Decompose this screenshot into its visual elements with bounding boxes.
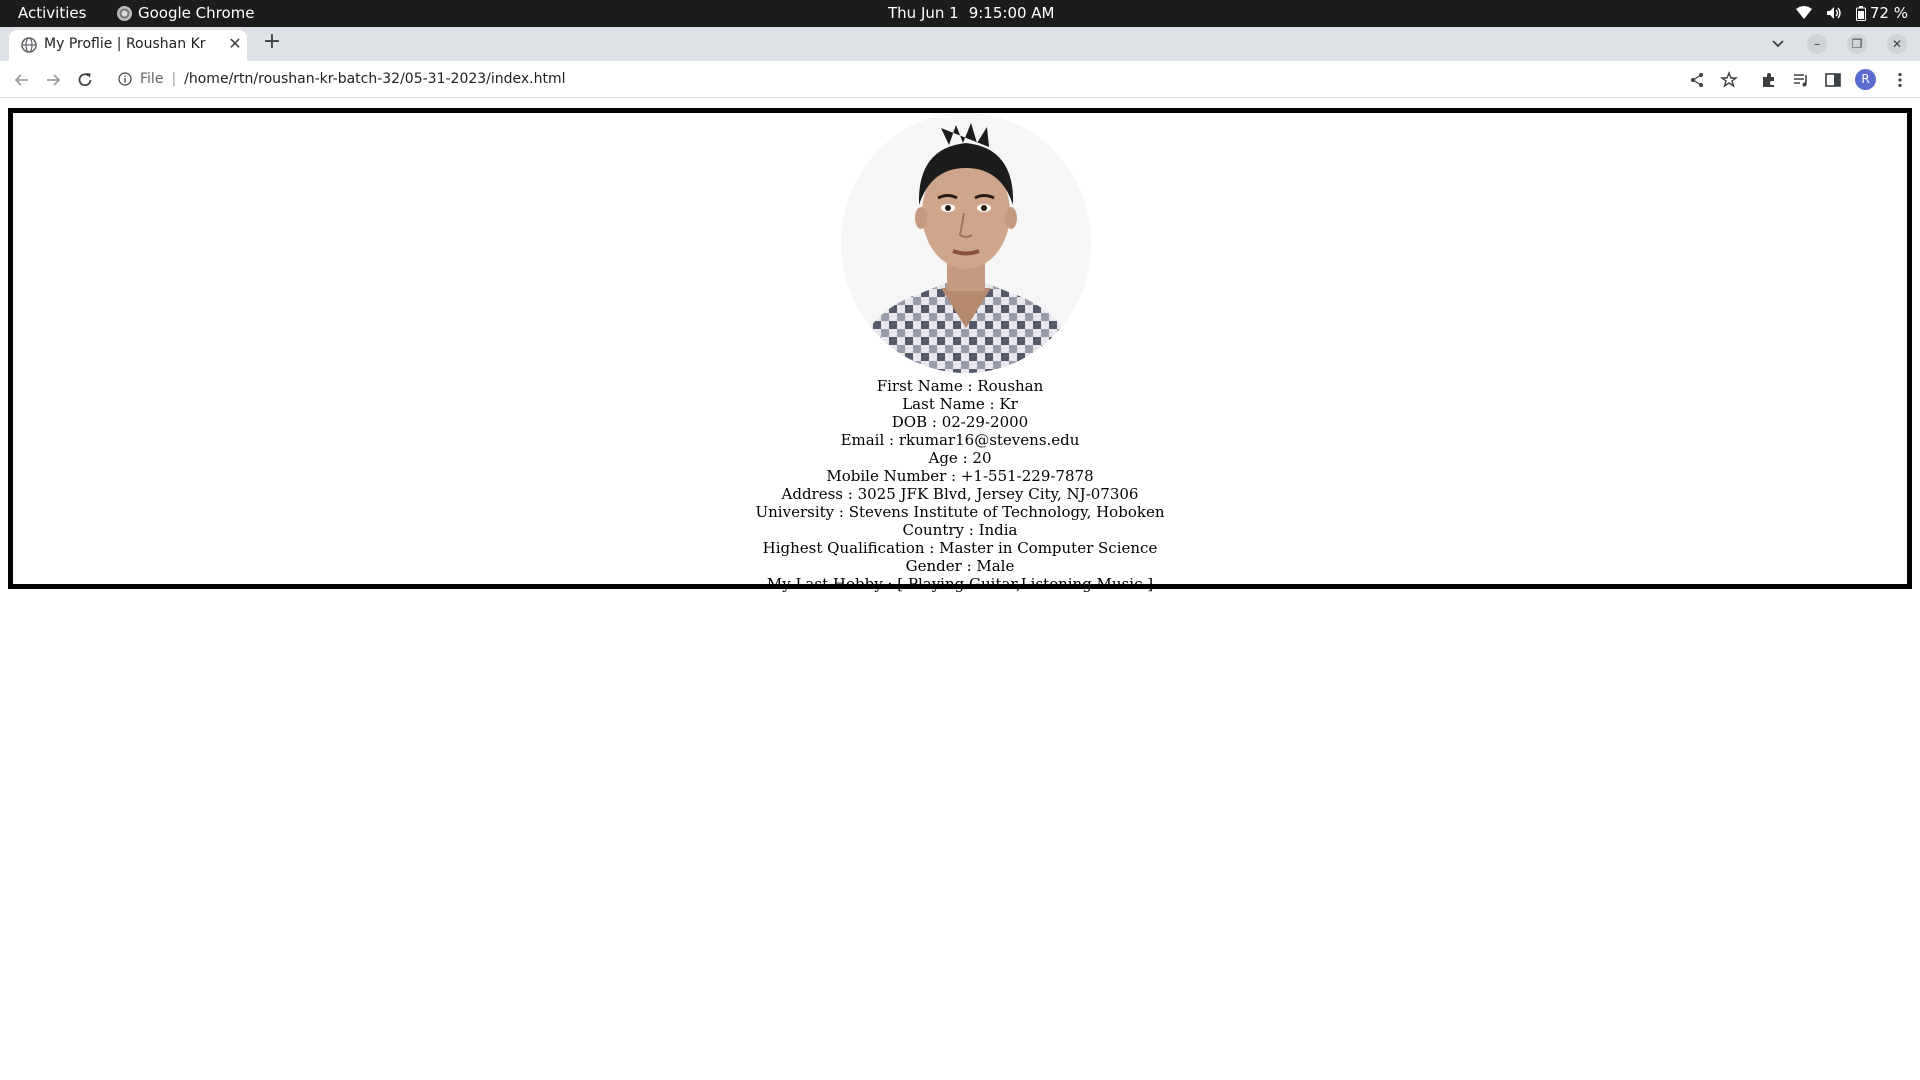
profile-details: First Name : Roushan Last Name : Kr DOB … [13, 377, 1907, 593]
back-arrow-icon[interactable] [12, 70, 32, 90]
mobile-text: Mobile Number : +1-551-229-7878 [826, 467, 1094, 485]
share-icon[interactable] [1687, 70, 1707, 90]
clock-date: Thu Jun 1 [888, 4, 959, 22]
app-menu[interactable]: Google Chrome [117, 4, 255, 22]
restore-button[interactable]: ❐ [1847, 34, 1867, 54]
email-text: Email : rkumar16@stevens.edu [840, 431, 1080, 449]
country-text: Country : India [902, 521, 1018, 539]
activities-button[interactable]: Activities [18, 4, 86, 22]
battery-percent: 72 % [1869, 4, 1908, 22]
app-name: Google Chrome [138, 4, 255, 22]
battery-indicator: 72 % [1855, 4, 1908, 22]
profile-photo [841, 113, 1091, 373]
browser-toolbar: File | /home/rtn/roushan-kr-batch-32/05-… [0, 61, 1920, 98]
bookmark-star-icon[interactable] [1719, 70, 1739, 90]
age-text: Age : 20 [928, 449, 992, 467]
battery-icon [1855, 5, 1866, 21]
address-text: Address : 3025 JFK Blvd, Jersey City, NJ… [781, 485, 1139, 503]
side-panel-icon[interactable] [1823, 70, 1843, 90]
minimize-button[interactable]: – [1807, 34, 1827, 54]
forward-arrow-icon[interactable] [43, 70, 63, 90]
first-name-text: First Name : Roushan [876, 377, 1044, 395]
clock[interactable]: Thu Jun 1 9:15:00 AM [888, 4, 1055, 22]
chrome-icon [117, 5, 132, 21]
tab-search-icon[interactable] [1768, 33, 1788, 53]
tab-title: My Proflie | Roushan Kr [44, 36, 206, 52]
clock-time: 9:15:00 AM [968, 4, 1055, 22]
profile-card: First Name : Roushan Last Name : Kr DOB … [8, 108, 1912, 593]
page-viewport: First Name : Roushan Last Name : Kr DOB … [0, 98, 1920, 1080]
media-queue-icon[interactable] [1791, 70, 1811, 90]
gender-text: Gender : Male [905, 557, 1015, 575]
dob-text: DOB : 02-29-2000 [891, 413, 1029, 431]
address-scheme: File [140, 71, 164, 87]
volume-icon [1826, 7, 1841, 19]
address-bar[interactable]: File | /home/rtn/roushan-kr-batch-32/05-… [118, 66, 566, 92]
profile-avatar[interactable]: R [1855, 69, 1876, 90]
university-text: University : Stevens Institute of Techno… [755, 503, 1165, 521]
system-top-bar: Activities Google Chrome Thu Jun 1 9:15:… [0, 0, 1920, 27]
tab-strip: My Proflie | Roushan Kr ✕ + – ❐ ✕ [0, 27, 1920, 61]
close-window-button[interactable]: ✕ [1887, 34, 1907, 54]
tab-my-profile[interactable]: My Proflie | Roushan Kr ✕ [9, 30, 247, 61]
wifi-icon [1795, 6, 1812, 19]
new-tab-button[interactable]: + [260, 31, 284, 55]
hobby-text: My Last Hobby : [ Playing Guitar,Listeni… [766, 575, 1154, 593]
address-path[interactable]: /home/rtn/roushan-kr-batch-32/05-31-2023… [184, 71, 565, 87]
address-separator: | [171, 71, 177, 87]
info-icon[interactable] [118, 72, 132, 86]
system-tray[interactable]: 72 % [1795, 4, 1908, 22]
qualification-text: Highest Qualification : Master in Comput… [762, 539, 1158, 557]
globe-icon [21, 37, 37, 53]
reload-icon[interactable] [75, 70, 95, 90]
extensions-puzzle-icon[interactable] [1759, 70, 1779, 90]
last-name-text: Last Name : Kr [902, 395, 1018, 413]
person-portrait-icon [841, 113, 1091, 373]
tab-close-icon[interactable]: ✕ [225, 34, 245, 54]
more-menu-icon[interactable] [1890, 70, 1910, 90]
